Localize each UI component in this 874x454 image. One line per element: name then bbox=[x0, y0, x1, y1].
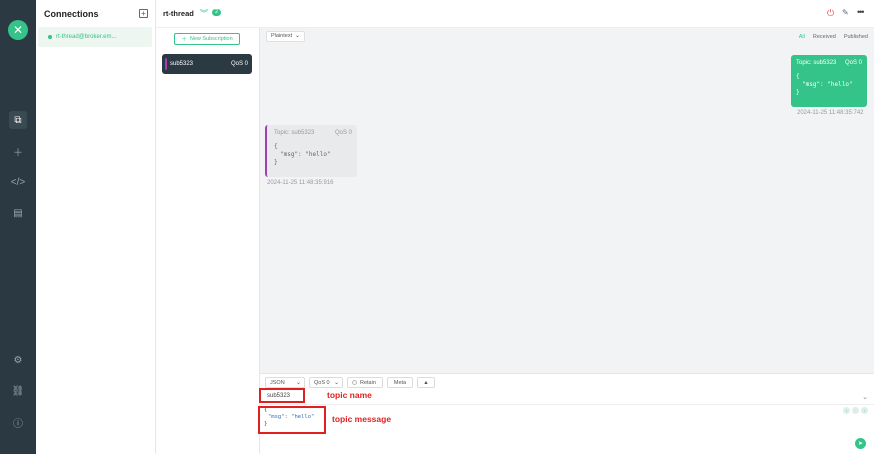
new-subscription-label: New Subscription bbox=[189, 36, 233, 42]
history-next-icon[interactable]: › bbox=[861, 407, 868, 414]
chevron-down-icon: ⌄ bbox=[295, 380, 301, 386]
retain-checkbox[interactable]: Retain bbox=[347, 377, 383, 388]
qos-select[interactable]: QoS 0 ⌄ bbox=[309, 377, 343, 388]
connection-label: rt-thread@broker.em... bbox=[56, 34, 117, 40]
message-count-badge: 2 bbox=[212, 9, 221, 16]
received-message: Topic: sub5323 QoS 0 { "msg": "hello" } bbox=[265, 125, 357, 177]
topic-message-highlight-box bbox=[258, 406, 326, 434]
history-controls: ‹ · › bbox=[841, 407, 868, 414]
published-timestamp: 2024-11-25 11:48:35:742 bbox=[797, 110, 864, 116]
connections-panel: Connections + rt-thread@broker.em... bbox=[36, 0, 156, 454]
composer-divider bbox=[260, 404, 874, 405]
qos-value: QoS 0 bbox=[314, 379, 330, 386]
connections-icon[interactable]: ⧉ bbox=[9, 111, 27, 129]
received-timestamp: 2024-11-25 11:48:35:916 bbox=[267, 180, 334, 186]
subscription-item[interactable]: sub5323 QoS 0 bbox=[162, 54, 252, 74]
chevron-down-icon: ⌄ bbox=[294, 33, 300, 39]
payload-format-value: Plaintext bbox=[271, 33, 293, 39]
send-button[interactable]: ➤ bbox=[855, 438, 866, 449]
filter-published[interactable]: Published bbox=[844, 34, 868, 40]
connection-title: rt-thread bbox=[163, 9, 194, 18]
new-connection-icon[interactable]: ＋ bbox=[9, 142, 27, 160]
expand-chevron-icon[interactable]: ︾ bbox=[200, 8, 208, 19]
payload-format-select[interactable]: Plaintext ⌄ bbox=[266, 31, 305, 42]
log-icon[interactable]: ▤ bbox=[9, 204, 27, 222]
more-options-icon[interactable]: ••• bbox=[857, 7, 865, 17]
filter-all[interactable]: All bbox=[799, 34, 805, 40]
connected-status-icon bbox=[48, 35, 52, 39]
topic-name-annotation: topic name bbox=[327, 390, 372, 400]
connections-title: Connections bbox=[44, 9, 99, 19]
collapse-chevron-icon[interactable]: ⌄ bbox=[862, 393, 868, 401]
connection-item[interactable]: rt-thread@broker.em... bbox=[38, 27, 152, 47]
received-topic: Topic: sub5323 bbox=[274, 130, 315, 136]
send-paper-plane-icon: ➤ bbox=[857, 441, 864, 447]
script-icon[interactable]: </> bbox=[9, 173, 27, 191]
published-qos: QoS 0 bbox=[844, 60, 862, 66]
retain-label: Retain bbox=[360, 379, 376, 386]
new-subscription-button[interactable]: ＋ New Subscription bbox=[174, 33, 240, 45]
subscribe-icon[interactable]: ⛓ bbox=[9, 382, 27, 400]
left-rail: ✕ ⧉ ＋ </> ▤ ⚙ ⛓ ⓘ bbox=[0, 0, 36, 454]
history-up-button[interactable]: ▲ bbox=[417, 377, 435, 388]
disconnect-power-icon[interactable]: ⏻ bbox=[827, 8, 834, 19]
history-prev-icon[interactable]: ‹ bbox=[843, 407, 850, 414]
received-qos: QoS 0 bbox=[334, 130, 352, 136]
topic-name-highlight-box bbox=[259, 388, 305, 403]
chevron-down-icon: ⌄ bbox=[333, 380, 339, 386]
settings-gear-icon[interactable]: ⚙ bbox=[9, 351, 27, 369]
add-connection-icon[interactable]: + bbox=[139, 9, 148, 18]
subscription-topic: sub5323 bbox=[170, 61, 194, 67]
subscriptions-panel: ＋ New Subscription sub5323 QoS 0 bbox=[156, 28, 260, 454]
edit-icon[interactable]: ✎ bbox=[842, 8, 849, 17]
connection-header: rt-thread ︾ 2 ⏻ ✎ ••• bbox=[156, 0, 874, 28]
payload-type-value: JSON bbox=[270, 379, 285, 386]
caret-up-icon: ▲ bbox=[423, 379, 429, 386]
retain-radio-icon bbox=[352, 380, 357, 385]
meta-label: Meta bbox=[393, 379, 407, 386]
topic-message-annotation: topic message bbox=[332, 414, 392, 424]
message-filter-tabs: All Received Published bbox=[791, 34, 868, 40]
subscription-qos: QoS 0 bbox=[230, 61, 248, 67]
about-info-icon[interactable]: ⓘ bbox=[9, 413, 27, 431]
published-payload: { "msg": "hello" } bbox=[796, 73, 853, 96]
published-message: Topic: sub5323 QoS 0 { "msg": "hello" } bbox=[791, 55, 867, 107]
plus-icon: ＋ bbox=[181, 37, 187, 43]
app-logo-icon: ✕ bbox=[8, 20, 28, 40]
published-topic: Topic: sub5323 bbox=[796, 60, 837, 66]
message-list: Plaintext ⌄ All Received Published Topic… bbox=[260, 28, 874, 373]
history-clear-icon[interactable]: · bbox=[852, 407, 859, 414]
received-payload: { "msg": "hello" } bbox=[274, 143, 331, 166]
filter-received[interactable]: Received bbox=[813, 34, 836, 40]
meta-button[interactable]: Meta bbox=[387, 377, 413, 388]
payload-type-select[interactable]: JSON ⌄ bbox=[265, 377, 305, 388]
